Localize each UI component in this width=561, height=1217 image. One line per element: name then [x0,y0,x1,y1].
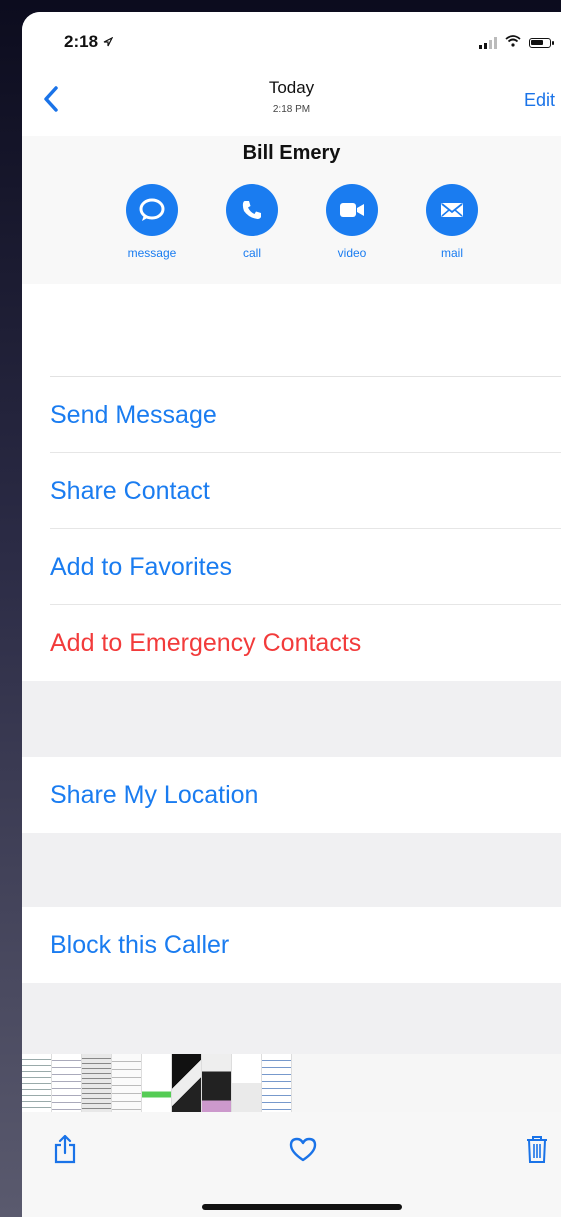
add-to-favorites-option[interactable]: Add to Favorites [22,529,561,605]
message-action-label: message [127,246,177,260]
wifi-icon [505,34,521,52]
contact-name: Bill Emery [242,142,341,164]
call-action-button[interactable]: call [222,184,282,260]
envelope-icon [426,184,478,236]
mail-action-button[interactable]: mail [422,184,482,260]
trash-icon [525,1134,549,1169]
group-gap [22,833,561,907]
thumbnail[interactable] [202,1054,232,1112]
phone-screen: 2:18 Today 2:18 PM Edit Bill Emery messa… [22,12,561,1217]
video-action-button[interactable]: video [322,184,382,260]
video-action-label: video [337,246,367,260]
location-group: Share My Location [22,757,561,833]
thumbnail[interactable] [172,1054,202,1112]
share-contact-option[interactable]: Share Contact [22,453,561,529]
favorite-button[interactable] [286,1134,320,1168]
heart-icon [288,1135,318,1168]
share-button[interactable] [48,1134,82,1168]
mail-action-label: mail [440,246,463,260]
block-caller-option[interactable]: Block this Caller [22,907,561,983]
nav-subtitle: 2:18 PM [272,104,311,115]
phone-icon [226,184,278,236]
block-group: Block this Caller [22,907,561,983]
add-emergency-contact-option[interactable]: Add to Emergency Contacts [22,605,561,681]
status-time: 2:18 [64,32,114,52]
photo-thumbnail-strip[interactable] [22,1054,561,1112]
thumbnail[interactable] [232,1054,262,1112]
status-bar: 2:18 [22,12,561,72]
share-my-location-option[interactable]: Share My Location [22,757,561,833]
status-icons [479,34,554,52]
navigation-bar: Today 2:18 PM Edit [22,72,561,136]
location-arrow-icon [103,32,114,51]
cellular-signal-icon [479,37,497,49]
nav-title: Today [268,78,315,97]
contact-options-group: Send Message Share Contact Add to Favori… [22,377,561,681]
call-action-label: call [242,246,261,260]
group-gap [22,681,561,757]
thumbnail[interactable] [112,1054,142,1112]
section-spacer [22,284,561,376]
send-message-option[interactable]: Send Message [22,377,561,453]
video-camera-icon [326,184,378,236]
home-indicator[interactable] [202,1204,402,1210]
edit-button[interactable]: Edit [524,90,555,111]
message-bubble-icon [126,184,178,236]
thumbnail[interactable] [142,1054,172,1112]
bottom-toolbar [22,1112,561,1217]
thumbnail[interactable] [22,1054,52,1112]
group-gap [22,983,561,1054]
thumbnail[interactable] [52,1054,82,1112]
contact-actions: message call video mail [122,184,482,260]
battery-icon [529,38,554,48]
delete-button[interactable] [520,1134,554,1168]
message-action-button[interactable]: message [122,184,182,260]
thumbnail[interactable] [262,1054,292,1112]
thumbnail[interactable] [82,1054,112,1112]
contact-header: Bill Emery message call video mail [22,136,561,284]
share-icon [52,1133,78,1170]
